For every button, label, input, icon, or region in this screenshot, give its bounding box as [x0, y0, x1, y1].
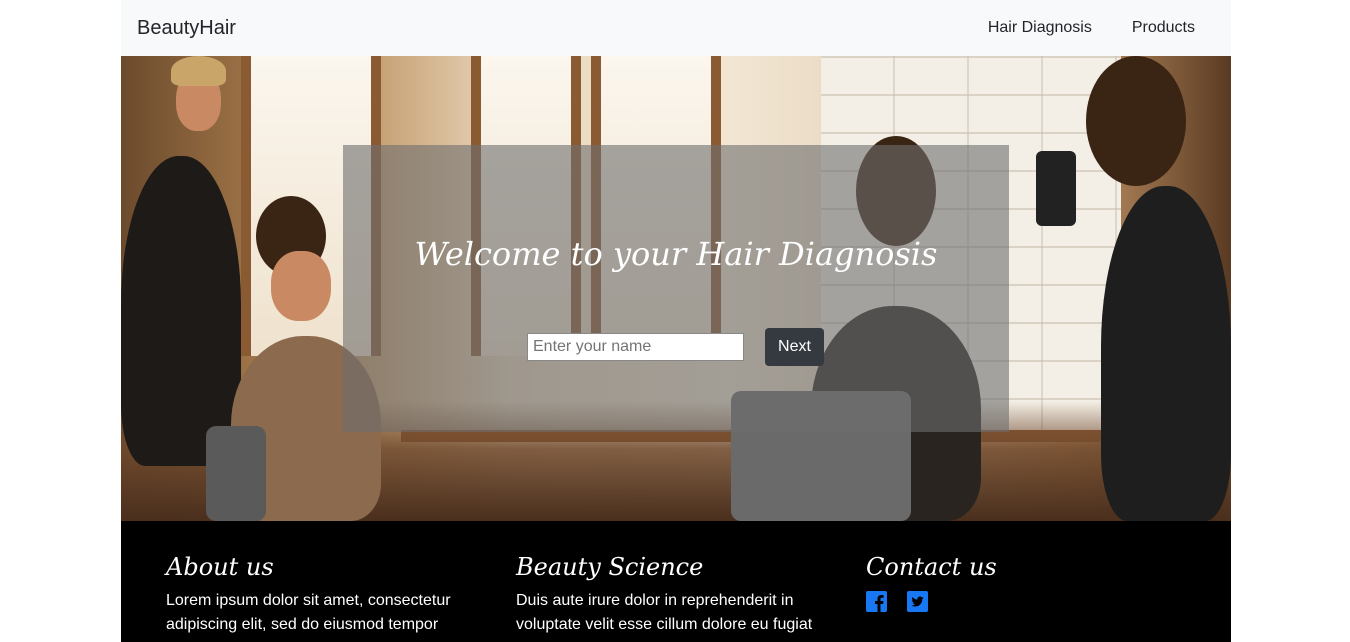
welcome-overlay: Welcome to your Hair Diagnosis Next [343, 145, 1009, 432]
footer: About us Lorem ipsum dolor sit amet, con… [121, 521, 1231, 642]
twitter-icon[interactable] [907, 591, 928, 612]
hero-section: Welcome to your Hair Diagnosis Next [121, 56, 1231, 521]
name-input[interactable] [527, 333, 744, 361]
nav-link-products[interactable]: Products [1112, 19, 1215, 37]
footer-contact: Contact us [866, 551, 997, 612]
welcome-title: Welcome to your Hair Diagnosis [414, 235, 938, 273]
footer-science-text: Duis aute irure dolor in reprehenderit i… [516, 592, 813, 633]
facebook-icon[interactable] [866, 591, 887, 612]
nav-links: Hair Diagnosis Products [968, 19, 1215, 37]
stylist-hair [1086, 56, 1186, 186]
page: BeautyHair Hair Diagnosis Products Welco… [121, 0, 1231, 642]
brand-logo[interactable]: BeautyHair [137, 17, 236, 40]
salon-chair [206, 426, 266, 521]
navbar: BeautyHair Hair Diagnosis Products [121, 0, 1231, 56]
next-button[interactable]: Next [765, 328, 824, 366]
footer-science-heading: Beauty Science [516, 553, 704, 581]
stylist-hair [171, 56, 226, 86]
social-links [866, 591, 997, 612]
footer-science: Beauty Science Duis aute irure dolor in … [516, 551, 816, 637]
footer-contact-heading: Contact us [866, 553, 997, 581]
nav-link-hair-diagnosis[interactable]: Hair Diagnosis [968, 19, 1112, 37]
stylist-figure [1101, 186, 1231, 521]
client-face [271, 251, 331, 321]
phone-in-hand [1036, 151, 1076, 226]
footer-about-heading: About us [166, 553, 274, 581]
footer-about-text: Lorem ipsum dolor sit amet, consectetur … [166, 592, 451, 633]
stylist-figure [121, 156, 241, 466]
footer-about: About us Lorem ipsum dolor sit amet, con… [166, 551, 466, 637]
